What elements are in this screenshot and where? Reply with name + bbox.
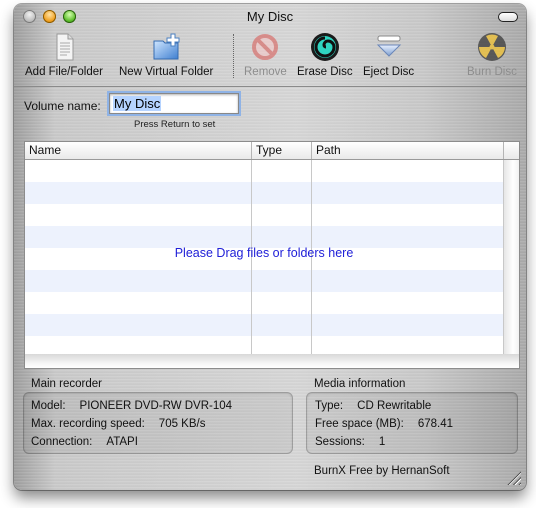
new-virtual-folder-label: New Virtual Folder [119,66,214,78]
burn-disc-label: Burn Disc [467,66,517,78]
column-divider [503,142,504,159]
table-row [25,292,503,314]
recorder-connection: Connection: ATAPI [31,436,138,448]
toolbar: Add File/Folder New Virtual Folder Remov… [14,28,526,84]
column-header-type[interactable]: Type [252,143,282,157]
window-title: My Disc [246,9,294,24]
eject-disc-label: Eject Disc [363,66,415,78]
media-free-space: Free space (MB): 678.41 [315,418,453,430]
erase-disc-label: Erase Disc [297,66,353,78]
media-type-value: CD Rewritable [357,400,432,412]
volume-name-label: Volume name: [24,99,101,113]
table-header: Name Type Path [25,142,519,160]
eject-icon [374,32,404,62]
drop-zone-message: Please Drag files or folders here [174,246,354,260]
vertical-scrollbar[interactable] [503,160,519,354]
model-value: PIONEER DVD-RW DVR-104 [79,400,233,412]
folder-plus-icon [151,32,181,62]
toolbar-separator [233,34,234,78]
toolbar-divider [14,86,526,87]
table-row [25,226,503,248]
main-recorder-box: Model: PIONEER DVD-RW DVR-104 Max. record… [23,392,293,454]
volume-name-value: My Disc [113,96,162,111]
volume-name-hint: Press Return to set [134,119,216,130]
media-information-title: Media information [314,378,406,390]
free-space-label: Free space (MB): [315,418,404,430]
table-row [25,160,503,182]
table-row [25,182,503,204]
resize-grip-icon[interactable] [507,471,521,485]
column-header-path[interactable]: Path [312,143,341,157]
erase-swirl-icon [310,32,340,62]
sessions-value: 1 [378,436,386,448]
media-information-box: Type: CD Rewritable Free space (MB): 678.4… [306,392,518,454]
main-window: My Disc Add File/Folder New Virtual Fold… [14,4,526,490]
main-recorder-title: Main recorder [31,378,102,390]
table-row [25,270,503,292]
table-footer [25,354,519,368]
recorder-speed: Max. recording speed: 705 KB/s [31,418,205,430]
media-type-label: Type: [315,400,344,412]
volume-name-input[interactable]: My Disc [109,93,239,114]
speed-label: Max. recording speed: [31,418,145,430]
add-file-folder-label: Add File/Folder [25,66,103,78]
files-table[interactable]: Name Type Path Please Drag files or fold… [24,141,520,369]
title-bar[interactable]: My Disc [14,4,526,26]
sessions-label: Sessions: [315,436,365,448]
model-label: Model: [31,400,66,412]
table-row [25,204,503,226]
media-sessions: Sessions: 1 [315,436,385,448]
document-icon [49,32,79,62]
add-file-folder-button[interactable]: Add File/Folder [25,32,103,78]
connection-value: ATAPI [106,436,138,448]
radiation-icon [477,32,507,62]
prohibited-icon [250,32,280,62]
new-virtual-folder-button[interactable]: New Virtual Folder [119,32,213,78]
connection-label: Connection: [31,436,93,448]
table-row [25,314,503,336]
free-space-value: 678.41 [417,418,454,430]
recorder-model: Model: PIONEER DVD-RW DVR-104 [31,400,232,412]
media-type: Type: CD Rewritable [315,400,431,412]
burn-disc-button[interactable]: Burn Disc [467,32,517,78]
remove-button[interactable]: Remove [244,32,287,78]
eject-disc-button[interactable]: Eject Disc [363,32,414,78]
credit-text: BurnX Free by HernanSoft [314,465,450,477]
column-header-name[interactable]: Name [25,143,61,157]
erase-disc-button[interactable]: Erase Disc [297,32,353,78]
toolbar-toggle-button[interactable] [498,12,518,22]
speed-value: 705 KB/s [158,418,206,430]
remove-label: Remove [244,66,287,78]
